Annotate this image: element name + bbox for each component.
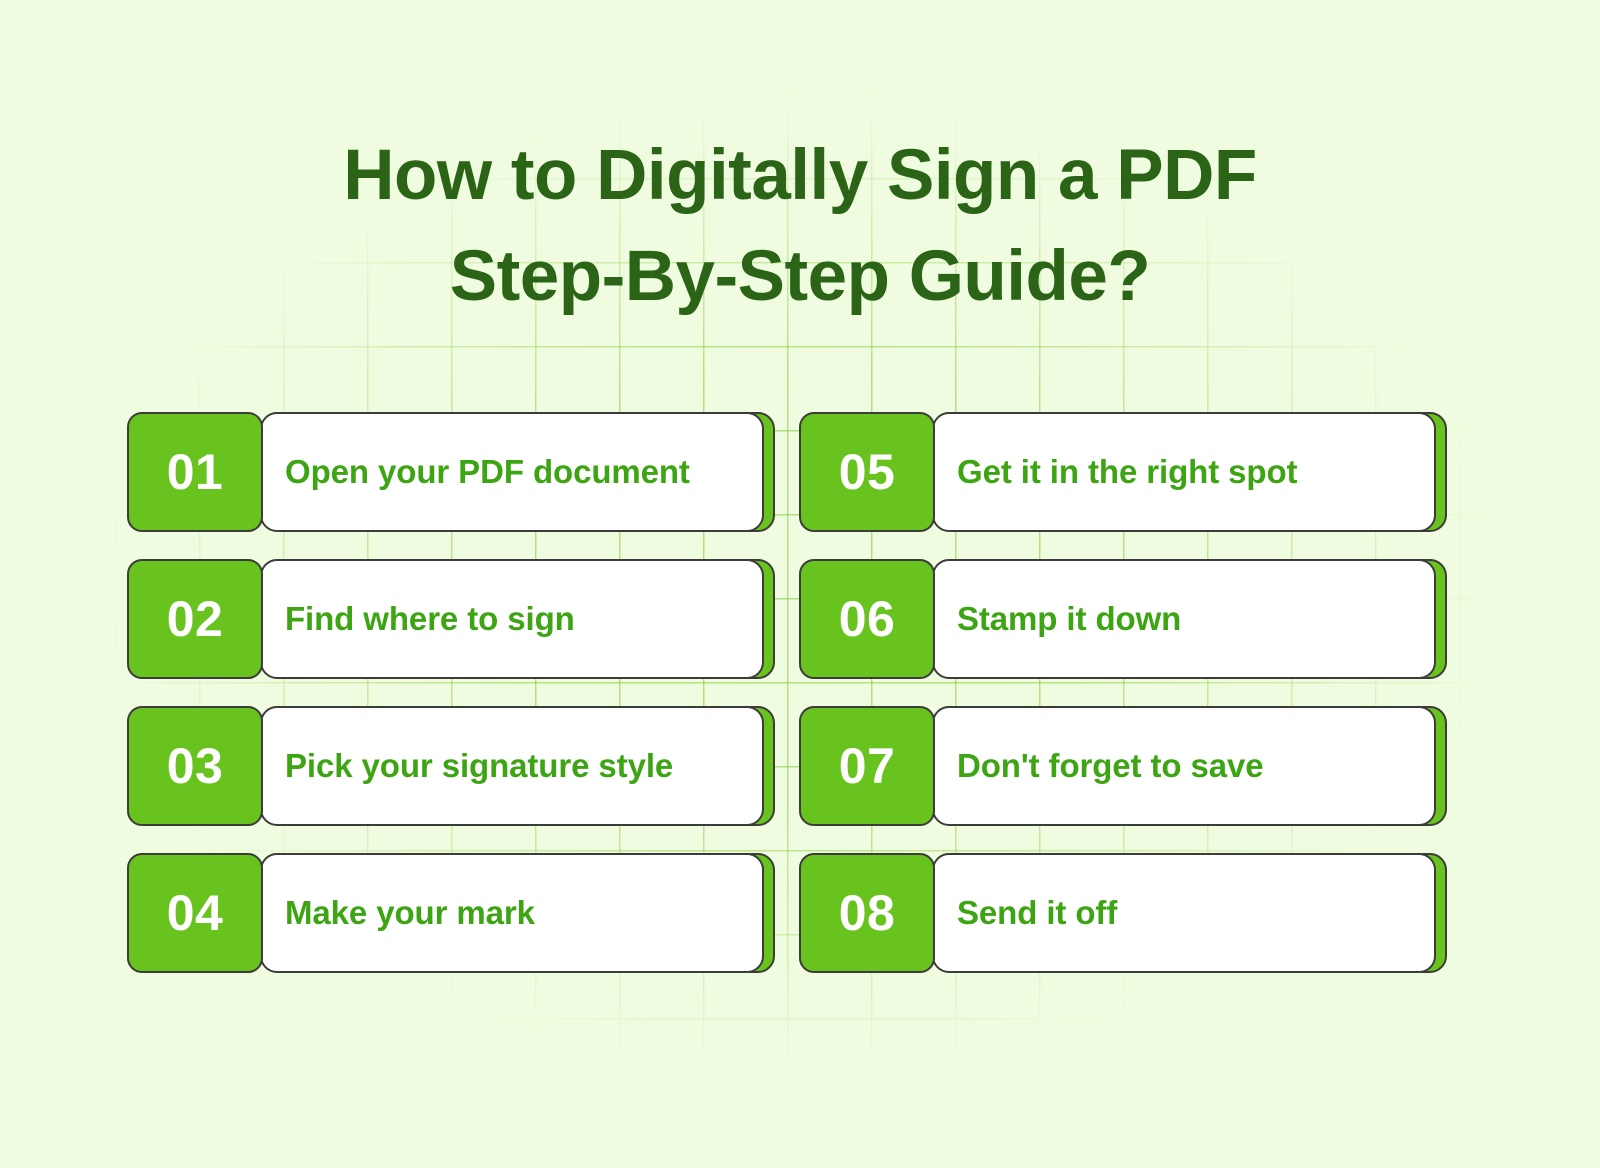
step-number-badge-05: 05 — [799, 412, 935, 532]
step-item-03[interactable]: 03 Pick your signature style — [127, 706, 775, 826]
step-label-08: Send it off — [957, 894, 1118, 932]
step-card-06[interactable]: Stamp it down — [932, 559, 1436, 679]
step-card-wrap-03: Pick your signature style — [260, 706, 775, 826]
step-item-08[interactable]: 08 Send it off — [799, 853, 1447, 973]
step-label-03: Pick your signature style — [285, 747, 674, 785]
step-number-badge-07: 07 — [799, 706, 935, 826]
step-label-07: Don't forget to save — [957, 747, 1264, 785]
step-label-06: Stamp it down — [957, 600, 1182, 638]
step-item-01[interactable]: 01 Open your PDF document — [127, 412, 775, 532]
steps-grid: 01 Open your PDF document 05 Get it in t… — [127, 412, 1447, 973]
step-card-04[interactable]: Make your mark — [260, 853, 764, 973]
step-number-badge-08: 08 — [799, 853, 935, 973]
step-number-badge-03: 03 — [127, 706, 263, 826]
step-card-wrap-08: Send it off — [932, 853, 1447, 973]
step-card-wrap-01: Open your PDF document — [260, 412, 775, 532]
page-title-line-1: How to Digitally Sign a PDF — [343, 136, 1257, 215]
step-number-badge-01: 01 — [127, 412, 263, 532]
step-label-02: Find where to sign — [285, 600, 575, 638]
step-item-06[interactable]: 06 Stamp it down — [799, 559, 1447, 679]
step-card-wrap-06: Stamp it down — [932, 559, 1447, 679]
step-item-04[interactable]: 04 Make your mark — [127, 853, 775, 973]
step-item-07[interactable]: 07 Don't forget to save — [799, 706, 1447, 826]
step-number-badge-04: 04 — [127, 853, 263, 973]
step-item-02[interactable]: 02 Find where to sign — [127, 559, 775, 679]
step-card-wrap-02: Find where to sign — [260, 559, 775, 679]
step-label-04: Make your mark — [285, 894, 535, 932]
step-label-01: Open your PDF document — [285, 453, 690, 491]
page-title: How to Digitally Sign a PDF Step-By-Step… — [0, 126, 1600, 328]
infographic-content: How to Digitally Sign a PDF Step-By-Step… — [0, 0, 1600, 1168]
step-number-badge-02: 02 — [127, 559, 263, 679]
step-card-03[interactable]: Pick your signature style — [260, 706, 764, 826]
step-card-wrap-07: Don't forget to save — [932, 706, 1447, 826]
step-item-05[interactable]: 05 Get it in the right spot — [799, 412, 1447, 532]
step-number-badge-06: 06 — [799, 559, 935, 679]
step-card-07[interactable]: Don't forget to save — [932, 706, 1436, 826]
step-card-01[interactable]: Open your PDF document — [260, 412, 764, 532]
step-card-02[interactable]: Find where to sign — [260, 559, 764, 679]
page-title-line-2: Step-By-Step Guide? — [449, 236, 1151, 316]
step-card-05[interactable]: Get it in the right spot — [932, 412, 1436, 532]
step-label-05: Get it in the right spot — [957, 453, 1298, 491]
step-card-wrap-05: Get it in the right spot — [932, 412, 1447, 532]
step-card-08[interactable]: Send it off — [932, 853, 1436, 973]
step-card-wrap-04: Make your mark — [260, 853, 775, 973]
